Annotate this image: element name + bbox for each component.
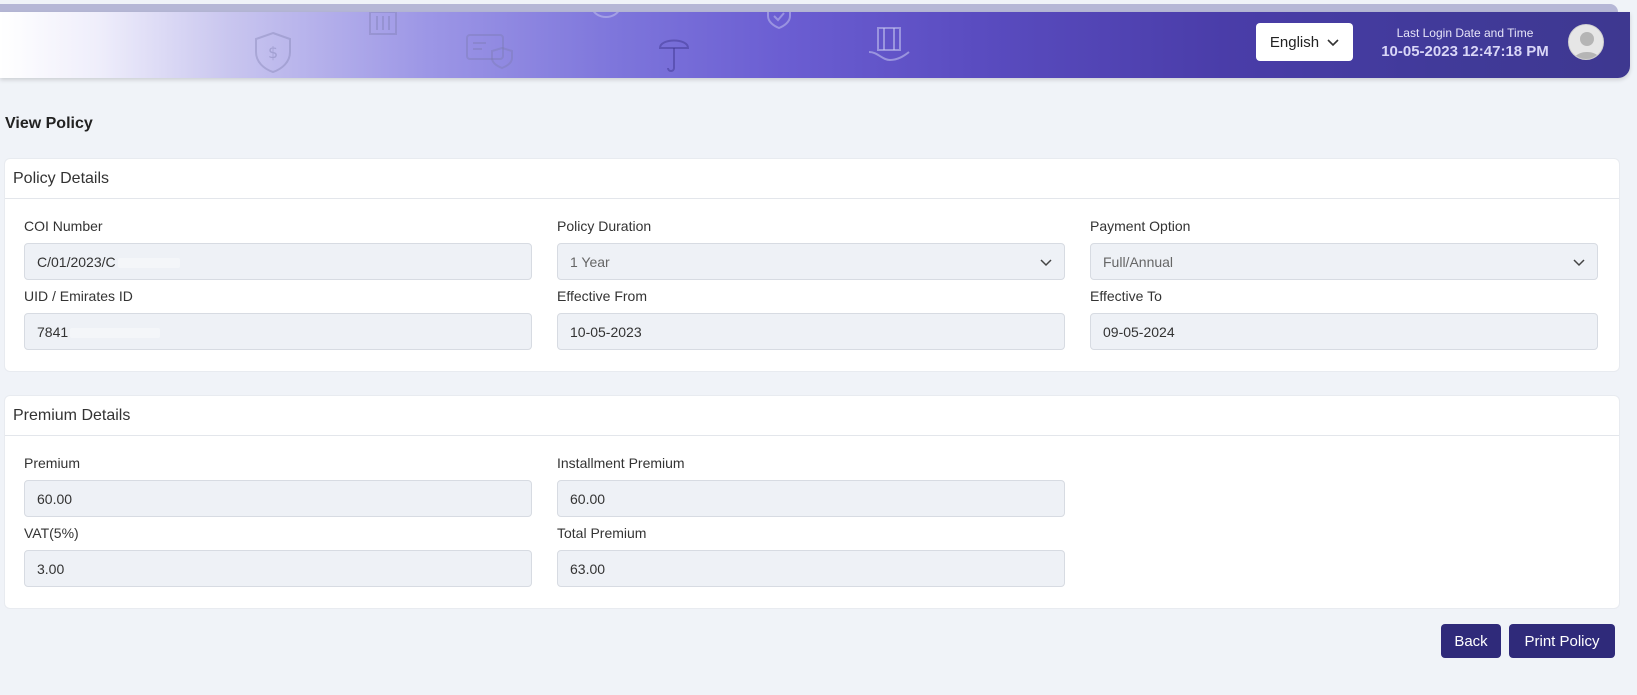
- payment-option-select[interactable]: Full/Annual: [1090, 243, 1598, 280]
- shield-check-icon: [764, 12, 794, 30]
- installment-premium-label: Installment Premium: [557, 455, 685, 471]
- shield-dollar-icon: $: [252, 30, 294, 74]
- coi-number-label: COI Number: [24, 218, 103, 234]
- umbrella-icon: [657, 30, 691, 74]
- policy-details-heading: Policy Details: [5, 159, 1619, 199]
- badge-icon: [588, 12, 624, 26]
- installment-premium-value: 60.00: [570, 490, 606, 507]
- uid-input[interactable]: 7841: [24, 313, 532, 350]
- premium-value: 60.00: [37, 490, 73, 507]
- print-policy-button[interactable]: Print Policy: [1509, 624, 1615, 658]
- back-button[interactable]: Back: [1441, 624, 1501, 658]
- vat-input[interactable]: 3.00: [24, 550, 532, 587]
- total-premium-field: Total Premium 63.00: [557, 525, 1065, 587]
- chevron-down-icon: [1040, 254, 1052, 270]
- policy-duration-label: Policy Duration: [557, 218, 652, 234]
- effective-from-input[interactable]: 10-05-2023: [557, 313, 1065, 350]
- building-icon: [366, 12, 400, 38]
- user-avatar-icon[interactable]: [1568, 24, 1604, 60]
- effective-from-field: Effective From 10-05-2023: [557, 288, 1065, 350]
- policy-duration-select[interactable]: 1 Year: [557, 243, 1065, 280]
- coi-number-input[interactable]: C/01/2023/C: [24, 243, 532, 280]
- coi-number-value: C/01/2023/C: [37, 253, 116, 270]
- coi-number-field: COI Number C/01/2023/C: [24, 218, 532, 280]
- uid-value: 7841: [37, 323, 69, 340]
- redacted-mask: [70, 327, 161, 338]
- effective-from-label: Effective From: [557, 288, 647, 304]
- total-premium-input[interactable]: 63.00: [557, 550, 1065, 587]
- chevron-down-icon: [1327, 34, 1339, 51]
- premium-details-heading: Premium Details: [5, 396, 1619, 436]
- payment-option-field: Payment Option Full/Annual: [1090, 218, 1598, 280]
- last-login-label: Last Login Date and Time: [1396, 26, 1534, 40]
- payment-option-value: Full/Annual: [1103, 253, 1174, 270]
- header-banner: $ English Last Login Date and Time 10-05…: [0, 12, 1630, 78]
- policy-duration-field: Policy Duration 1 Year: [557, 218, 1065, 280]
- policy-duration-value: 1 Year: [570, 253, 610, 270]
- uid-field: UID / Emirates ID 7841: [24, 288, 532, 350]
- id-card-shield-icon: [464, 30, 516, 70]
- premium-label: Premium: [24, 455, 81, 471]
- total-premium-value: 63.00: [570, 560, 606, 577]
- page-title: View Policy: [5, 115, 93, 132]
- effective-to-input[interactable]: 09-05-2024: [1090, 313, 1598, 350]
- total-premium-label: Total Premium: [557, 525, 647, 541]
- installment-premium-field: Installment Premium 60.00: [557, 455, 1065, 517]
- premium-field: Premium 60.00: [24, 455, 532, 517]
- redacted-mask: [117, 257, 180, 268]
- last-login-info: Last Login Date and Time 10-05-2023 12:4…: [1380, 26, 1550, 60]
- vat-field: VAT(5%) 3.00: [24, 525, 532, 587]
- app-header: $ English Last Login Date and Time 10-05…: [0, 0, 1637, 80]
- vat-label: VAT(5%): [24, 525, 79, 541]
- chevron-down-icon: [1573, 254, 1585, 270]
- premium-details-card: Premium Details Premium 60.00 Installmen…: [4, 395, 1620, 609]
- hand-house-icon: [866, 22, 912, 66]
- payment-option-label: Payment Option: [1090, 218, 1191, 234]
- vat-value: 3.00: [37, 560, 65, 577]
- policy-details-card: Policy Details COI Number C/01/2023/C Po…: [4, 158, 1620, 372]
- svg-text:$: $: [268, 43, 278, 62]
- effective-to-field: Effective To 09-05-2024: [1090, 288, 1598, 350]
- language-label: English: [1269, 33, 1320, 51]
- installment-premium-input[interactable]: 60.00: [557, 480, 1065, 517]
- last-login-value: 10-05-2023 12:47:18 PM: [1381, 43, 1549, 60]
- language-selector[interactable]: English: [1256, 23, 1353, 61]
- uid-label: UID / Emirates ID: [24, 288, 133, 304]
- effective-from-value: 10-05-2023: [570, 323, 642, 340]
- premium-input[interactable]: 60.00: [24, 480, 532, 517]
- effective-to-label: Effective To: [1090, 288, 1162, 304]
- effective-to-value: 09-05-2024: [1103, 323, 1175, 340]
